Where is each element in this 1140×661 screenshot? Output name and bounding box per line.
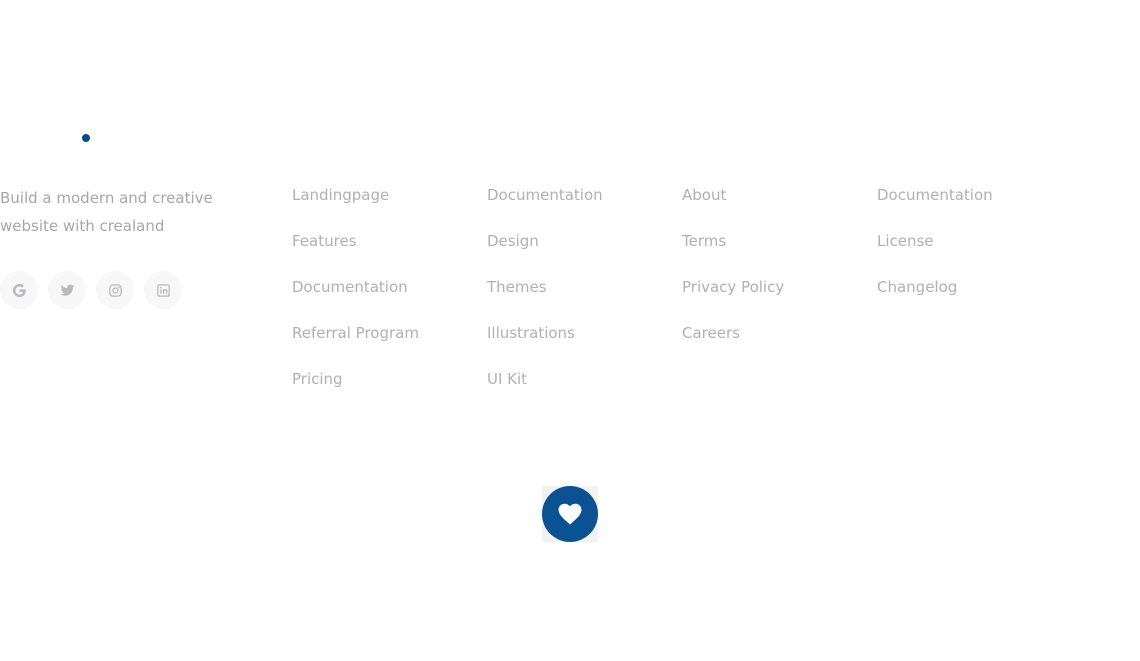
linkedin-link[interactable]	[144, 271, 182, 309]
love-button-container	[542, 486, 598, 542]
linkedin-icon	[156, 283, 170, 297]
footer-link-license[interactable]: License	[877, 227, 993, 273]
footer-link-careers[interactable]: Careers	[682, 319, 784, 365]
footer-link-themes[interactable]: Themes	[487, 273, 603, 319]
google-link[interactable]	[0, 271, 38, 309]
footer-tagline: Build a modern and creative website with…	[0, 189, 213, 235]
footer-link-about[interactable]: About	[682, 181, 784, 227]
footer-links-column-2: Documentation Design Themes Illustration…	[487, 181, 603, 411]
instagram-link[interactable]	[96, 271, 134, 309]
footer-link-documentation[interactable]: Documentation	[292, 273, 419, 319]
twitter-icon	[60, 284, 74, 296]
footer-links-column-1: Landingpage Features Documentation Refer…	[292, 181, 419, 411]
footer-links-column-4: Documentation License Changelog	[877, 181, 993, 319]
love-button[interactable]	[542, 486, 598, 542]
footer-link-landingpage[interactable]: Landingpage	[292, 181, 419, 227]
social-links	[0, 271, 182, 309]
footer-link-documentation[interactable]: Documentation	[877, 181, 993, 227]
footer-link-documentation[interactable]: Documentation	[487, 181, 603, 227]
footer-link-referral-program[interactable]: Referral Program	[292, 319, 419, 365]
google-icon	[12, 283, 26, 297]
footer-link-changelog[interactable]: Changelog	[877, 273, 993, 319]
footer-links-column-3: About Terms Privacy Policy Careers	[682, 181, 784, 365]
footer-link-privacy-policy[interactable]: Privacy Policy	[682, 273, 784, 319]
footer-link-design[interactable]: Design	[487, 227, 603, 273]
twitter-link[interactable]	[48, 271, 86, 309]
heart-icon	[558, 503, 582, 525]
footer-link-illustrations[interactable]: Illustrations	[487, 319, 603, 365]
footer: Build a modern and creative website with…	[0, 0, 1140, 661]
instagram-icon	[108, 283, 122, 297]
footer-link-features[interactable]: Features	[292, 227, 419, 273]
footer-link-terms[interactable]: Terms	[682, 227, 784, 273]
logo-dot	[82, 134, 90, 142]
footer-link-pricing[interactable]: Pricing	[292, 365, 419, 411]
footer-link-ui-kit[interactable]: UI Kit	[487, 365, 603, 411]
